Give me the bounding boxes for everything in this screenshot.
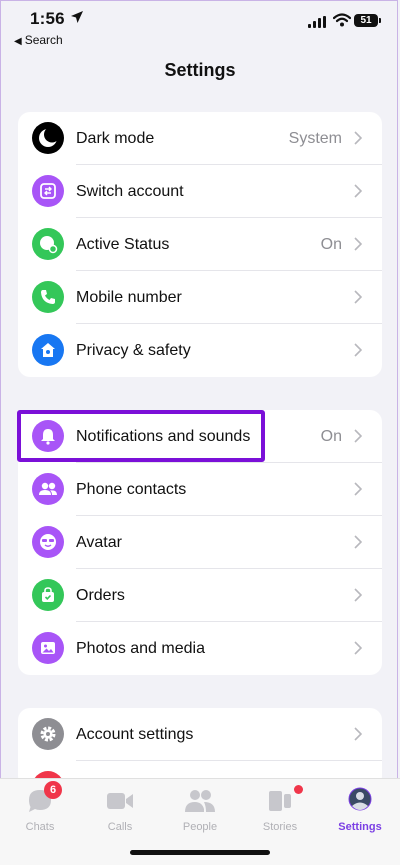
settings-group-1: Dark mode System Switch account Active S… [18, 112, 382, 377]
settings-group-3: Account settings [18, 708, 382, 788]
row-value: On [320, 235, 342, 253]
tab-label: Calls [107, 821, 133, 833]
back-to-search-link[interactable]: ◀ Search [14, 33, 63, 47]
row-photos-media[interactable]: Photos and media [18, 622, 382, 675]
video-camera-icon [107, 793, 133, 809]
row-account-settings[interactable]: Account settings [18, 708, 382, 761]
row-label: Notifications and sounds [76, 427, 251, 445]
row-label: Avatar [76, 533, 122, 551]
status-bar: 1:56 ◀ Search 51 [0, 0, 400, 50]
row-avatar[interactable]: Avatar [18, 516, 382, 569]
row-notifications-sounds[interactable]: Notifications and sounds On [18, 410, 382, 463]
status-time: 1:56 [30, 9, 65, 28]
active-status-icon [32, 228, 64, 260]
row-label: Active Status [76, 235, 170, 253]
people-icon [185, 790, 215, 812]
tab-stories[interactable]: Stories [240, 783, 320, 839]
row-label: Switch account [76, 182, 184, 200]
home-shield-icon [32, 334, 64, 366]
wifi-icon [333, 13, 351, 27]
chevron-right-icon [354, 727, 362, 741]
profile-avatar-icon [348, 787, 372, 811]
row-label: Phone contacts [76, 480, 187, 498]
chevron-right-icon [354, 535, 362, 549]
row-phone-contacts[interactable]: Phone contacts [18, 463, 382, 516]
settings-group-2: Notifications and sounds On Phone contac… [18, 410, 382, 675]
battery-icon: 51 [354, 14, 381, 27]
phone-icon [32, 281, 64, 313]
chevron-right-icon [354, 641, 362, 655]
row-label: Photos and media [76, 639, 205, 657]
row-label: Mobile number [76, 288, 182, 306]
avatar-icon [32, 526, 64, 558]
row-dark-mode[interactable]: Dark mode System [18, 112, 382, 165]
tab-label: People [182, 821, 218, 833]
row-label: Dark mode [76, 129, 155, 147]
bell-icon [32, 420, 64, 452]
tab-label: Settings [338, 821, 382, 833]
bag-icon [32, 579, 64, 611]
tab-settings[interactable]: Settings [320, 783, 400, 839]
chevron-right-icon [354, 237, 362, 251]
row-privacy-safety[interactable]: Privacy & safety [18, 324, 382, 377]
gear-icon [32, 718, 64, 750]
tab-label: Stories [262, 821, 298, 833]
tab-calls[interactable]: Calls [80, 783, 160, 839]
contacts-icon [32, 473, 64, 505]
back-label: Search [24, 33, 63, 47]
chevron-right-icon [354, 482, 362, 496]
stories-new-dot [294, 785, 303, 794]
row-switch-account[interactable]: Switch account [18, 165, 382, 218]
chevron-right-icon [354, 588, 362, 602]
chevron-right-icon [354, 343, 362, 357]
location-arrow-icon [71, 11, 83, 23]
row-value: System [288, 129, 342, 147]
row-label: Orders [76, 586, 125, 604]
tab-label: Chats [25, 821, 55, 833]
switch-account-icon [32, 175, 64, 207]
back-chevron-icon: ◀ [14, 36, 22, 47]
tab-bar: 6 Chats Calls People Stories Settings [0, 778, 400, 865]
chevron-right-icon [354, 429, 362, 443]
row-value: On [320, 427, 342, 445]
tab-people[interactable]: People [160, 783, 240, 839]
cellular-signal-icon [308, 16, 326, 28]
chats-unread-badge: 6 [44, 781, 62, 799]
stories-icon [269, 791, 291, 811]
tab-chats[interactable]: 6 Chats [0, 781, 80, 839]
row-orders[interactable]: Orders [18, 569, 382, 622]
page-title: Settings [164, 60, 236, 80]
row-active-status[interactable]: Active Status On [18, 218, 382, 271]
chevron-right-icon [354, 184, 362, 198]
row-mobile-number[interactable]: Mobile number [18, 271, 382, 324]
home-indicator [130, 850, 270, 855]
row-label: Privacy & safety [76, 341, 191, 359]
row-label: Account settings [76, 725, 194, 743]
photo-icon [32, 632, 64, 664]
chevron-right-icon [354, 290, 362, 304]
chevron-right-icon [354, 131, 362, 145]
moon-icon [32, 122, 64, 154]
